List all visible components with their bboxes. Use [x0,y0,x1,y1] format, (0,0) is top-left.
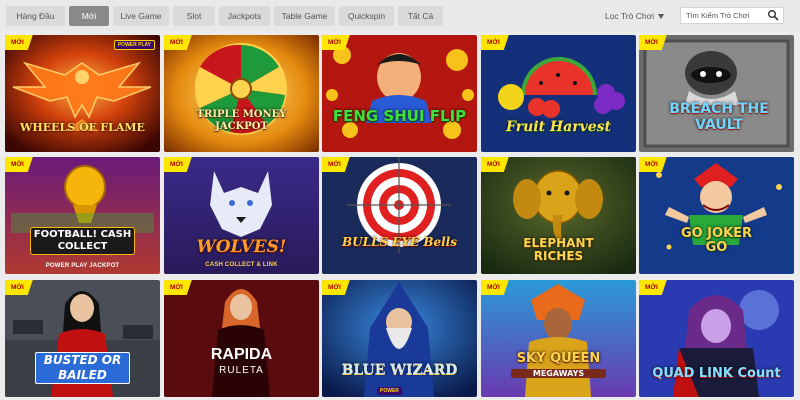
sky-queen-artwork [481,280,636,397]
game-tile-quad-link-count[interactable]: MỚI QUAD LINK Count [639,280,794,397]
game-tile-bulls-eye-bells[interactable]: MỚI BULLS EYE Bells [322,157,477,274]
game-tile-triple-money-jackpot[interactable]: MỚI TRIPLE MONEY JACKPOT [164,35,319,152]
game-title: WHEELS OF FLAME [20,121,145,134]
tab-moi[interactable]: Mới [69,6,109,26]
wizard-artwork [322,280,477,397]
vault-raccoon-artwork [639,35,794,152]
game-title: GO JOKER GO [680,226,753,255]
tab-quickspin[interactable]: Quickspin [339,6,394,26]
game-tile-feng-shui-flip[interactable]: MỚI FENG SHUI FLIP [322,35,477,152]
game-title: Fruit Harvest [506,119,611,135]
game-subtitle: RULETA [219,365,264,376]
game-title: QUAD LINK Count [652,366,781,381]
game-title: BULLS EYE Bells [341,235,457,249]
game-title: BUSTED OR BAILED [35,352,130,384]
tab-live-game[interactable]: Live Game [113,6,169,26]
filter-label: Lọc Trò Chơi [605,11,655,21]
game-subtitle: MEGAWAYS [511,369,606,378]
game-title: BREACH THE VAULT [669,101,769,133]
game-tile-football-cash-collect[interactable]: MỚI FOOTBALL! CASH COLLECT POWER PLAY JA… [5,157,160,274]
tab-jackpots[interactable]: Jackpots [219,6,270,26]
power-badge: POWER [377,387,402,395]
filter-games-button[interactable]: Lọc Trò Chơi [605,6,665,26]
game-title: TRIPLE MONEY JACKPOT [196,109,287,132]
game-filter-bar: Hàng Đầu Mới Live Game Slot Jackpots Tab… [0,0,800,31]
game-title: ELEPHANT RICHES [523,236,594,263]
game-title: BLUE WIZARD [341,362,458,378]
power-play-badge: POWER PLAY [113,40,155,50]
money-wheel-artwork [164,35,319,152]
funnel-icon [658,14,665,19]
tab-tat-ca[interactable]: Tất Cả [398,6,443,26]
game-title: FENG SHUI FLIP [332,107,467,125]
target-artwork [322,157,477,274]
game-title: SKY QUEEN [516,351,601,366]
game-tile-rapida-ruleta[interactable]: MỚI RAPIDA RULETA [164,280,319,397]
tab-slot[interactable]: Slot [173,6,215,26]
roulette-dealer-artwork [164,280,319,397]
feng-shui-artwork [322,35,477,152]
game-tile-wolves[interactable]: MỚI WOLVES! CASH COLLECT & LINK [164,157,319,274]
search-icon[interactable] [767,9,779,21]
football-trophy-artwork [5,157,160,274]
wheels-of-flame-artwork [5,35,160,152]
game-tile-go-joker-go[interactable]: MỚI GO JOKER GO [639,157,794,274]
game-tile-breach-the-vault[interactable]: MỚI BREACH THE VAULT [639,35,794,152]
game-title: WOLVES! [196,237,287,257]
tab-table-game[interactable]: Table Game [274,6,335,26]
game-tile-blue-wizard[interactable]: MỚI BLUE WIZARD POWER [322,280,477,397]
game-tile-sky-queen[interactable]: MỚI SKY QUEEN MEGAWAYS [481,280,636,397]
game-tile-busted-or-bailed[interactable]: MỚI BUSTED OR BAILED [5,280,160,397]
game-tile-fruit-harvest[interactable]: MỚI Fruit Harvest [481,35,636,152]
game-tile-wheels-of-flame[interactable]: MỚI POWER PLAY WHEELS OF FLAME [5,35,160,152]
tab-hang-dau[interactable]: Hàng Đầu [6,6,65,26]
game-subtitle: POWER PLAY JACKPOT [45,263,120,269]
joker-artwork [639,157,794,274]
game-tile-elephant-riches[interactable]: MỚI ELEPHANT RICHES [481,157,636,274]
game-title: FOOTBALL! CASH COLLECT [30,227,135,255]
game-title: RAPIDA [210,346,273,363]
game-subtitle: CASH COLLECT & LINK [205,262,278,268]
